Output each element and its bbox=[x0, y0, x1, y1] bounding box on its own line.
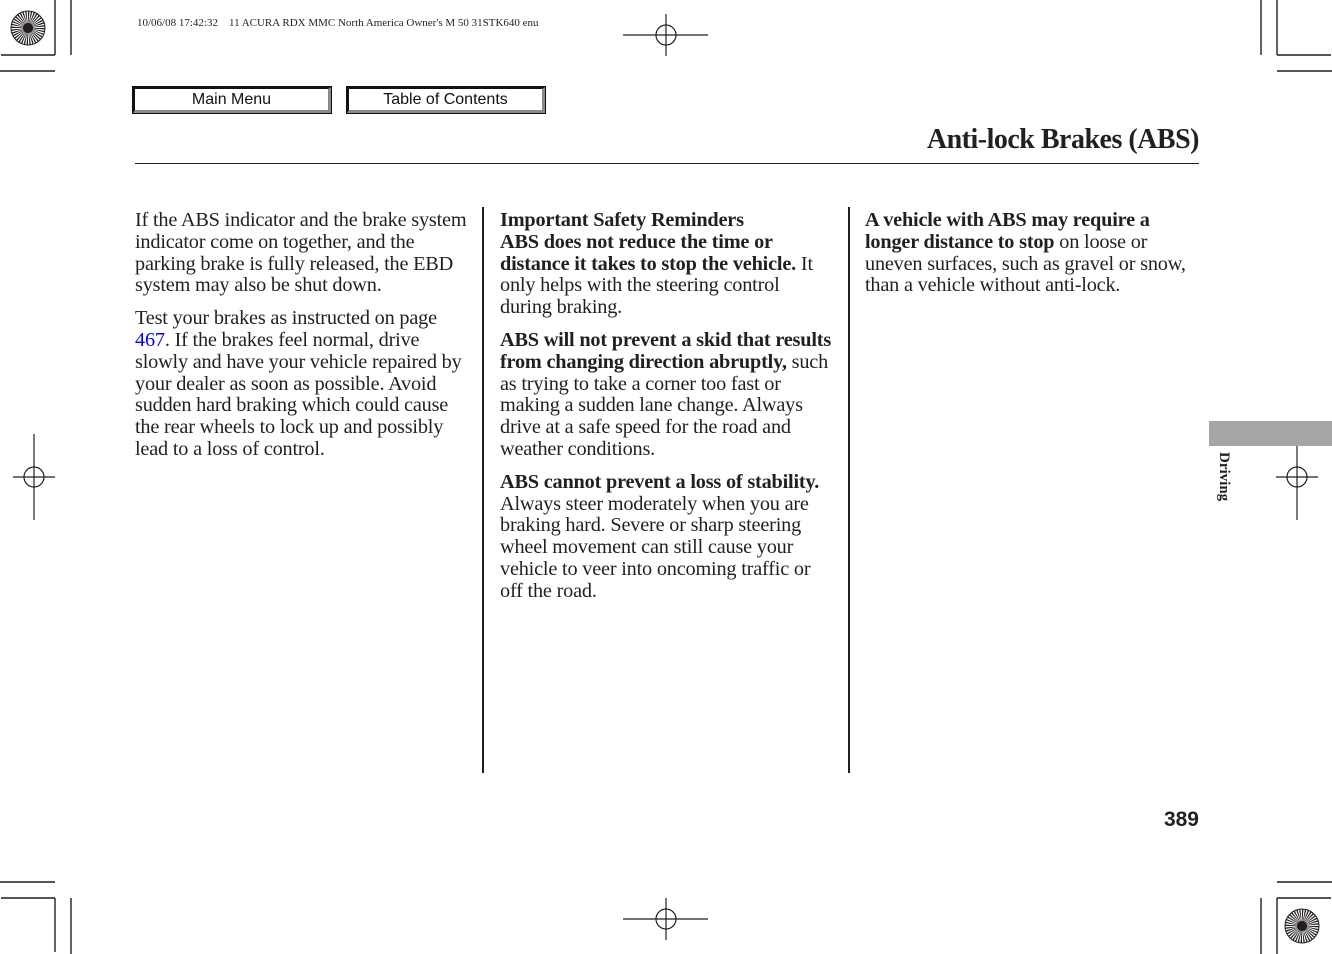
registration-crosshair-left bbox=[13, 434, 55, 520]
paragraph: Test your brakes as instructed on page 4… bbox=[135, 307, 475, 461]
paragraph-text: Always steer moderately when you are bra… bbox=[500, 492, 811, 602]
page-number: 389 bbox=[1163, 808, 1199, 831]
bold-lead: ABS will not prevent a skid that results… bbox=[500, 328, 832, 373]
main-menu-button[interactable]: Main Menu bbox=[132, 86, 332, 114]
page-title: Anti-lock Brakes (ABS) bbox=[926, 124, 1200, 155]
starburst-registration-icon bbox=[10, 10, 46, 46]
bold-lead: ABS cannot prevent a loss of stability. bbox=[500, 470, 820, 493]
column-1: If the ABS indicator and the brake syste… bbox=[135, 209, 475, 472]
column-divider bbox=[482, 207, 484, 773]
paragraph: A vehicle with ABS may require a longer … bbox=[865, 209, 1200, 297]
paragraph: ABS will not prevent a skid that results… bbox=[500, 328, 835, 461]
paragraph: ABS cannot prevent a loss of stability. … bbox=[500, 470, 835, 603]
paragraph: Important Safety Reminders ABS does not r… bbox=[500, 209, 835, 319]
table-of-contents-button[interactable]: Table of Contents bbox=[346, 86, 546, 114]
paragraph: If the ABS indicator and the brake syste… bbox=[135, 209, 475, 297]
paragraph-text: Test your brakes as instructed on page bbox=[135, 307, 437, 330]
title-rule bbox=[135, 163, 1199, 164]
column-2: Important Safety Reminders ABS does not r… bbox=[500, 209, 835, 614]
paragraph-text: . If the brakes feel normal, drive slowl… bbox=[135, 328, 462, 460]
registration-crosshair-bottom bbox=[623, 898, 708, 940]
starburst-registration-icon bbox=[1284, 908, 1320, 944]
registration-crosshair-right bbox=[1276, 434, 1318, 520]
registration-crosshair-top bbox=[623, 14, 708, 56]
section-tab bbox=[1209, 421, 1332, 446]
column-divider bbox=[848, 207, 850, 773]
print-info: 10/06/08 17:42:32 11 ACURA RDX MMC North… bbox=[137, 17, 539, 29]
column-3: A vehicle with ABS may require a longer … bbox=[865, 209, 1200, 308]
section-tab-text: Driving bbox=[1216, 452, 1232, 502]
section-heading: Important Safety Reminders bbox=[500, 209, 744, 231]
page-link-467[interactable]: 467 bbox=[135, 329, 165, 351]
paragraph-text: If the ABS indicator and the brake syste… bbox=[135, 209, 467, 297]
bold-lead: ABS does not reduce the time or distance… bbox=[500, 230, 797, 275]
section-tab-label: Driving bbox=[1208, 452, 1234, 522]
